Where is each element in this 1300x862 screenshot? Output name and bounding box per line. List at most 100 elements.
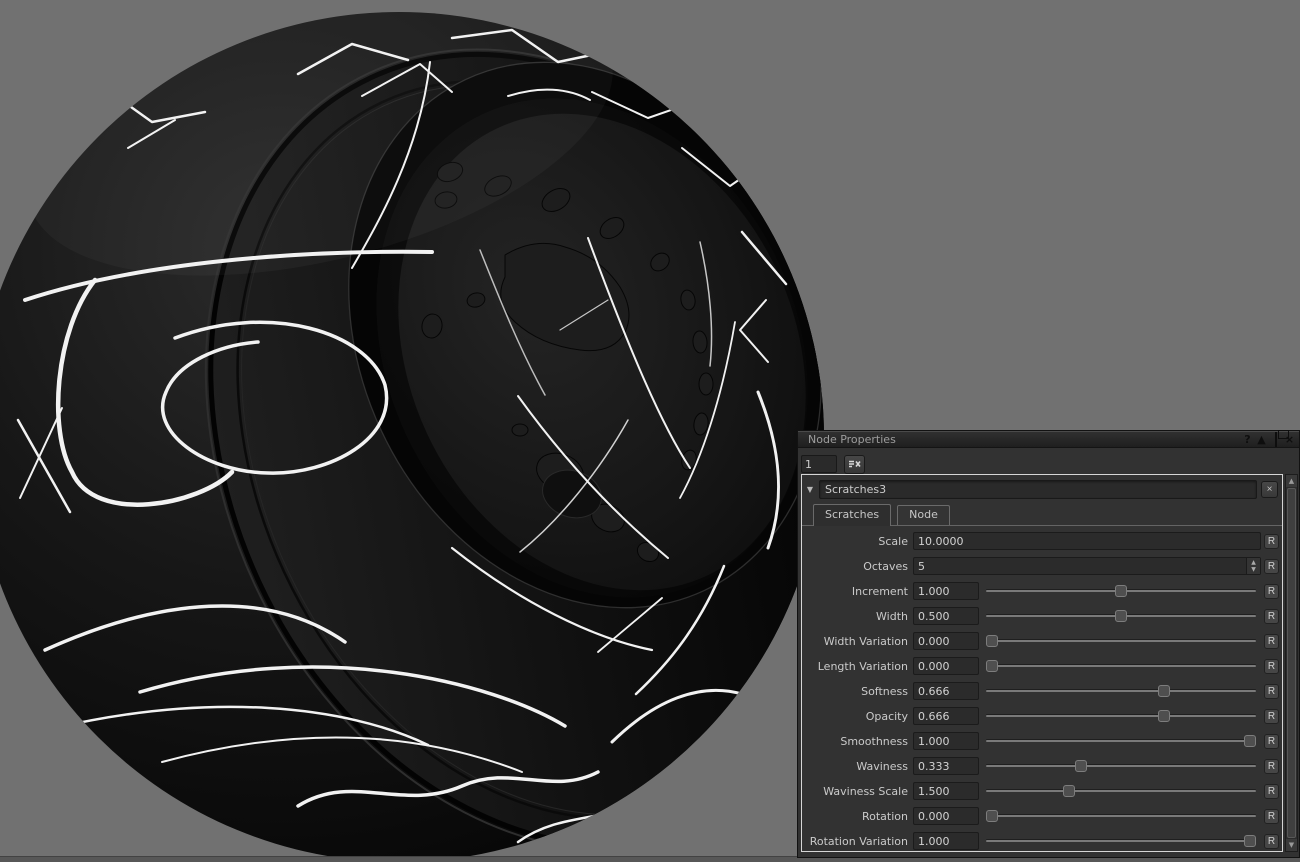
slider-handle[interactable]: [1244, 835, 1256, 847]
slider-handle[interactable]: [986, 635, 998, 647]
node-properties-window: Node Properties ? ▲ × ▼ ×: [797, 430, 1300, 858]
slider-track[interactable]: [986, 640, 1256, 642]
app-screen: Node Properties ? ▲ × ▼ ×: [0, 0, 1300, 862]
param-label: Rotation: [861, 809, 908, 823]
param-slider[interactable]: [986, 732, 1256, 750]
close-all-panels-button[interactable]: [844, 454, 865, 474]
help-icon[interactable]: ?: [1241, 433, 1254, 446]
slider-handle[interactable]: [1115, 610, 1127, 622]
param-label: Waviness Scale: [823, 784, 908, 798]
param-slider[interactable]: [986, 582, 1256, 600]
slider-handle[interactable]: [1157, 685, 1170, 697]
reset-button[interactable]: R: [1264, 633, 1279, 649]
param-row: Rotation R: [802, 807, 1279, 825]
param-value-input[interactable]: [913, 732, 979, 750]
slider-track[interactable]: [986, 815, 1256, 817]
scroll-up-icon[interactable]: ▲: [1286, 475, 1297, 487]
param-label: Smoothness: [840, 734, 908, 748]
param-label: Waviness: [856, 759, 908, 773]
float-panel-icon[interactable]: ▲: [1255, 433, 1268, 446]
collapse-icon[interactable]: ▼: [805, 485, 815, 494]
restore-glyph: [1274, 431, 1277, 447]
param-slider[interactable]: [986, 607, 1256, 625]
param-value-input[interactable]: [913, 707, 979, 725]
param-value-input[interactable]: [913, 832, 979, 850]
window-titlebar[interactable]: Node Properties ? ▲ ×: [798, 431, 1299, 448]
param-slider[interactable]: [986, 707, 1256, 725]
param-row: Waviness Scale R: [802, 782, 1279, 800]
param-label: Scale: [878, 534, 908, 548]
param-row: Scale R: [802, 532, 1279, 550]
value-spinner[interactable]: ▲ ▼: [1246, 558, 1260, 574]
param-slider[interactable]: [986, 782, 1256, 800]
slider-handle[interactable]: [1115, 585, 1127, 597]
param-value-input[interactable]: [913, 782, 979, 800]
param-slider[interactable]: [986, 632, 1256, 650]
param-label: Octaves: [863, 559, 908, 573]
param-slider[interactable]: [986, 832, 1256, 850]
tab-node[interactable]: Node: [897, 505, 950, 525]
reset-button[interactable]: R: [1264, 658, 1279, 674]
reset-button[interactable]: R: [1264, 808, 1279, 824]
reset-button[interactable]: R: [1264, 608, 1279, 624]
reset-button[interactable]: R: [1264, 758, 1279, 774]
slider-track[interactable]: [986, 765, 1256, 767]
reset-button[interactable]: R: [1264, 833, 1279, 849]
param-slider[interactable]: [986, 682, 1256, 700]
param-value-input[interactable]: [913, 532, 1261, 550]
param-row: Smoothness R: [802, 732, 1279, 750]
slider-track[interactable]: [986, 715, 1256, 717]
param-value-input[interactable]: [913, 757, 979, 775]
maximize-icon[interactable]: [1269, 431, 1282, 447]
node-name-input[interactable]: [819, 479, 1257, 499]
param-slider[interactable]: [986, 807, 1256, 825]
reset-button[interactable]: R: [1264, 708, 1279, 724]
param-value-input[interactable]: [913, 582, 979, 600]
max-panels-input[interactable]: [801, 455, 837, 473]
slider-handle[interactable]: [1063, 785, 1076, 797]
scroll-down-icon[interactable]: ▼: [1286, 839, 1297, 851]
param-slider[interactable]: [986, 657, 1256, 675]
param-slider[interactable]: [986, 757, 1256, 775]
slider-handle[interactable]: [986, 660, 998, 672]
reset-button[interactable]: R: [1264, 783, 1279, 799]
slider-handle[interactable]: [1075, 760, 1087, 772]
param-label: Increment: [851, 584, 908, 598]
window-title: Node Properties: [808, 432, 896, 446]
node-panel-scratches3: ▼ × ScratchesNode ScaleROctaves▲▼RIncrem…: [801, 474, 1283, 852]
param-row: Width Variation R: [802, 632, 1279, 650]
param-row: Width R: [802, 607, 1279, 625]
panel-scrollbar[interactable]: ▲ ▼: [1285, 474, 1298, 852]
reset-button[interactable]: R: [1264, 733, 1279, 749]
param-label: Width Variation: [823, 634, 908, 648]
param-value-input[interactable]: [913, 657, 979, 675]
param-value-input[interactable]: [913, 607, 979, 625]
slider-track[interactable]: [986, 790, 1256, 792]
param-label: Opacity: [865, 709, 908, 723]
slider-track[interactable]: [986, 840, 1256, 842]
reset-button[interactable]: R: [1264, 583, 1279, 599]
slider-track[interactable]: [986, 690, 1256, 692]
reset-button[interactable]: R: [1264, 533, 1279, 549]
scroll-thumb[interactable]: [1287, 488, 1296, 838]
param-label: Width: [876, 609, 908, 623]
param-row: Opacity R: [802, 707, 1279, 725]
reset-button[interactable]: R: [1264, 558, 1279, 574]
reset-button[interactable]: R: [1264, 683, 1279, 699]
slider-track[interactable]: [986, 740, 1256, 742]
slider-handle[interactable]: [1244, 735, 1256, 747]
slider-handle[interactable]: [1157, 710, 1170, 722]
spinner-up-icon[interactable]: ▲: [1251, 559, 1256, 566]
param-value-input[interactable]: [913, 632, 979, 650]
param-value-input[interactable]: [913, 807, 979, 825]
param-row: Length Variation R: [802, 657, 1279, 675]
param-row: Rotation Variation R: [802, 832, 1279, 850]
tab-scratches[interactable]: Scratches: [813, 504, 892, 526]
param-value-input[interactable]: [913, 557, 1261, 575]
close-panel-button[interactable]: ×: [1261, 480, 1278, 498]
spinner-down-icon[interactable]: ▼: [1251, 566, 1256, 573]
slider-handle[interactable]: [986, 810, 998, 822]
param-label: Length Variation: [817, 659, 908, 673]
param-value-input[interactable]: [913, 682, 979, 700]
slider-track[interactable]: [986, 665, 1256, 667]
